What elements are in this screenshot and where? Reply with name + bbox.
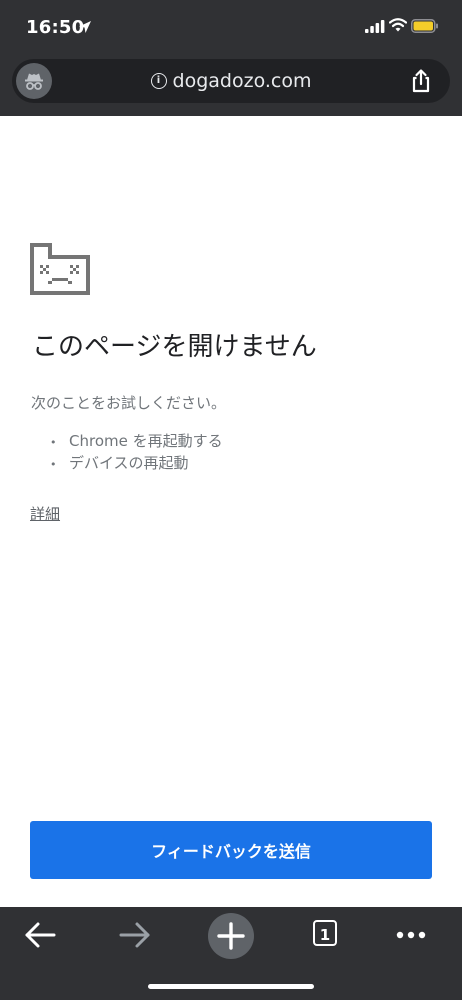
status-bar: 16:50 [0,0,462,56]
cellular-signal-icon [365,20,385,33]
battery-icon [411,19,438,33]
suggestion-item: デバイスの再起動 [50,452,223,474]
url-display[interactable]: i dogadozo.com [12,59,450,103]
share-icon[interactable] [408,67,434,95]
error-title: このページを開けません [32,332,317,362]
info-icon[interactable]: i [150,73,167,89]
wifi-icon [389,18,407,32]
suggestion-list: Chrome を再起動する デバイスの再起動 [50,430,223,474]
location-arrow-icon [79,21,91,33]
details-link[interactable]: 詳細 [30,503,60,524]
browser-top-bar: 16:50 i dogadozo.com [0,0,462,116]
status-time: 16:50 [26,17,85,38]
home-indicator[interactable] [148,984,314,989]
error-subtitle: 次のことをお試しください。 [31,394,227,412]
new-tab-plus-icon[interactable] [207,912,255,960]
tab-switcher-icon[interactable]: 1 [313,920,337,946]
more-menu-icon[interactable] [391,924,431,946]
send-feedback-button[interactable]: フィードバックを送信 [30,821,432,879]
forward-arrow-icon[interactable] [117,920,153,950]
suggestion-item: Chrome を再起動する [50,430,223,452]
url-text: dogadozo.com [172,70,312,92]
omnibox[interactable]: i dogadozo.com [12,59,450,103]
back-arrow-icon[interactable] [22,920,58,950]
sad-tab-icon [30,243,90,295]
